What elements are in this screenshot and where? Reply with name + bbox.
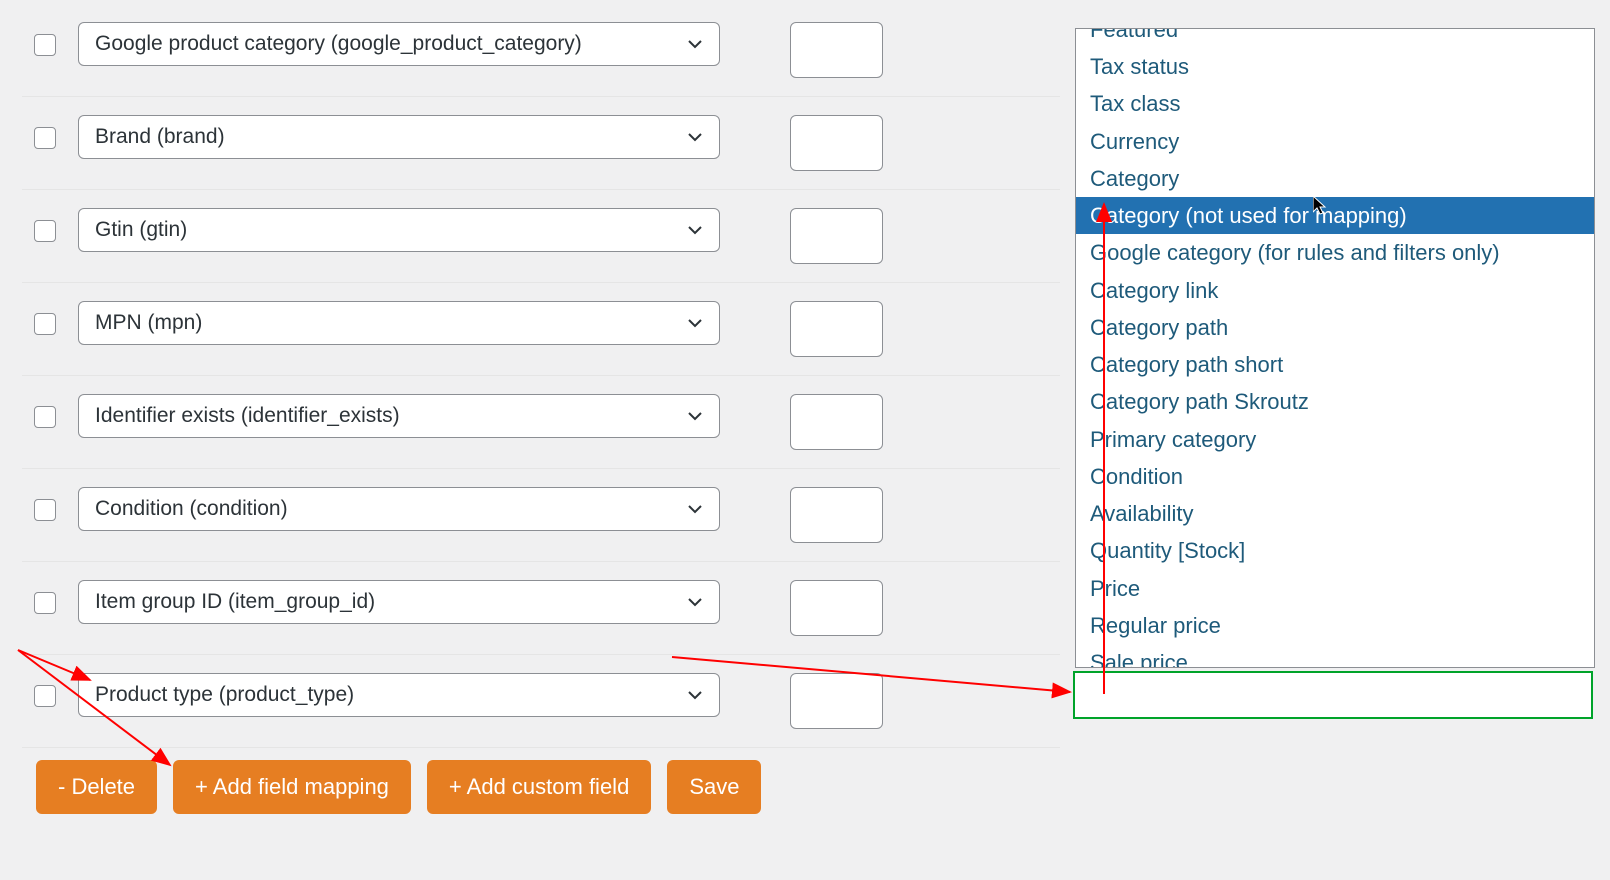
dropdown-option[interactable]: Tax class [1076,85,1594,122]
dropdown-option[interactable]: Regular price [1076,607,1594,644]
input-cell [758,22,1018,78]
mapping-row: Gtin (gtin) [22,190,1060,283]
dropdown-option[interactable]: Category [1076,160,1594,197]
input-cell [758,208,1018,264]
select-label: Google product category (google_product_… [95,32,582,56]
attribute-select[interactable]: Brand (brand) [78,115,720,159]
dropdown-search-input[interactable] [1073,671,1593,719]
row-checkbox[interactable] [34,34,56,56]
prefix-input[interactable] [790,115,883,171]
select-label: Item group ID (item_group_id) [95,590,375,614]
input-cell [758,115,1018,171]
mapping-row: Item group ID (item_group_id) [22,562,1060,655]
dropdown-option[interactable]: Google category (for rules and filters o… [1076,234,1594,271]
add-custom-field-button[interactable]: + Add custom field [427,760,651,814]
attribute-select[interactable]: MPN (mpn) [78,301,720,345]
chevron-down-icon [687,687,703,703]
input-cell [758,394,1018,450]
select-cell: Product type (product_type) [78,673,758,717]
prefix-input[interactable] [790,487,883,543]
select-cell: Google product category (google_product_… [78,22,758,66]
dropdown-option[interactable]: Category path Skroutz [1076,383,1594,420]
chevron-down-icon [687,222,703,238]
attribute-select[interactable]: Identifier exists (identifier_exists) [78,394,720,438]
row-checkbox[interactable] [34,313,56,335]
dropdown-option[interactable]: Sale price [1076,644,1594,668]
dropdown-option[interactable]: Tax status [1076,48,1594,85]
checkbox-cell [22,394,78,428]
attribute-dropdown: FeaturedTax statusTax classCurrencyCateg… [1075,28,1595,668]
dropdown-option[interactable]: Category link [1076,272,1594,309]
chevron-down-icon [687,129,703,145]
mapping-row: Brand (brand) [22,97,1060,190]
save-button[interactable]: Save [667,760,761,814]
row-checkbox[interactable] [34,499,56,521]
checkbox-cell [22,580,78,614]
mapping-row: Product type (product_type) [22,655,1060,748]
dropdown-option[interactable]: Category path [1076,309,1594,346]
select-label: Brand (brand) [95,125,225,149]
prefix-input[interactable] [790,673,883,729]
dropdown-option[interactable]: Category (not used for mapping) [1076,197,1594,234]
checkbox-cell [22,301,78,335]
attribute-select[interactable]: Gtin (gtin) [78,208,720,252]
select-cell: Gtin (gtin) [78,208,758,252]
dropdown-option[interactable]: Primary category [1076,421,1594,458]
select-cell: Brand (brand) [78,115,758,159]
select-cell: Identifier exists (identifier_exists) [78,394,758,438]
attribute-select[interactable]: Google product category (google_product_… [78,22,720,66]
add-field-mapping-button[interactable]: + Add field mapping [173,760,411,814]
dropdown-option[interactable]: Availability [1076,495,1594,532]
dropdown-option[interactable]: Price [1076,570,1594,607]
prefix-input[interactable] [790,580,883,636]
input-cell [758,580,1018,636]
dropdown-option[interactable]: Category path short [1076,346,1594,383]
select-label: Condition (condition) [95,497,288,521]
checkbox-cell [22,208,78,242]
attribute-select[interactable]: Item group ID (item_group_id) [78,580,720,624]
input-cell [758,673,1018,729]
prefix-input[interactable] [790,22,883,78]
input-cell [758,487,1018,543]
select-label: MPN (mpn) [95,311,202,335]
select-cell: MPN (mpn) [78,301,758,345]
chevron-down-icon [687,315,703,331]
prefix-input[interactable] [790,394,883,450]
checkbox-cell [22,22,78,56]
mapping-row: Identifier exists (identifier_exists) [22,376,1060,469]
checkbox-cell [22,115,78,149]
chevron-down-icon [687,594,703,610]
chevron-down-icon [687,36,703,52]
mapping-row: Condition (condition) [22,469,1060,562]
chevron-down-icon [687,408,703,424]
dropdown-option[interactable]: Featured [1076,28,1594,48]
prefix-input[interactable] [790,208,883,264]
row-checkbox[interactable] [34,406,56,428]
mapping-row: Google product category (google_product_… [22,4,1060,97]
select-label: Product type (product_type) [95,683,354,707]
select-label: Gtin (gtin) [95,218,187,242]
delete-button[interactable]: - Delete [36,760,157,814]
select-label: Identifier exists (identifier_exists) [95,404,400,428]
checkbox-cell [22,673,78,707]
mapping-row: MPN (mpn) [22,283,1060,376]
row-checkbox[interactable] [34,592,56,614]
prefix-input[interactable] [790,301,883,357]
action-bar: - Delete + Add field mapping + Add custo… [36,760,761,814]
dropdown-option[interactable]: Currency [1076,123,1594,160]
select-cell: Condition (condition) [78,487,758,531]
attribute-select[interactable]: Condition (condition) [78,487,720,531]
dropdown-option[interactable]: Condition [1076,458,1594,495]
row-checkbox[interactable] [34,220,56,242]
chevron-down-icon [687,501,703,517]
attribute-select[interactable]: Product type (product_type) [78,673,720,717]
checkbox-cell [22,487,78,521]
dropdown-option[interactable]: Quantity [Stock] [1076,532,1594,569]
row-checkbox[interactable] [34,685,56,707]
row-checkbox[interactable] [34,127,56,149]
select-cell: Item group ID (item_group_id) [78,580,758,624]
input-cell [758,301,1018,357]
mapping-rows: Google product category (google_product_… [0,0,1060,880]
